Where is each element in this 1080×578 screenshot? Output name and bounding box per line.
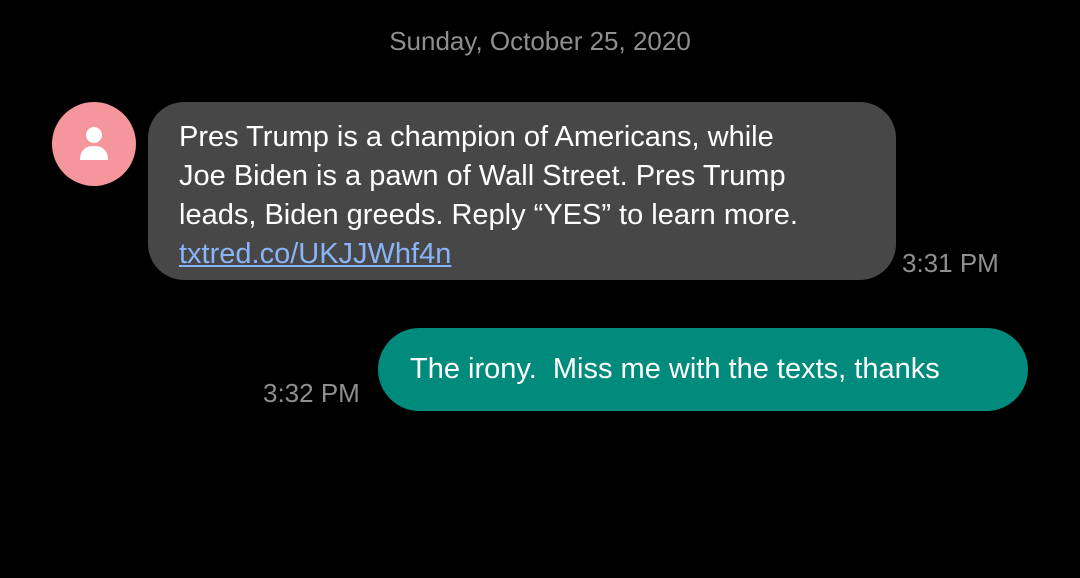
conversation-screen: Sunday, October 25, 2020 Pres Trump is a… bbox=[0, 0, 1080, 578]
incoming-message-bubble[interactable]: Pres Trump is a champion of Americans, w… bbox=[148, 102, 896, 280]
message-link[interactable]: txtred.co/UKJJWhf4n bbox=[179, 235, 866, 274]
outgoing-message-timestamp: 3:32 PM bbox=[263, 378, 360, 408]
message-line: Pres Trump is a champion of Americans, w… bbox=[179, 121, 774, 153]
date-header: Sunday, October 25, 2020 bbox=[389, 26, 691, 56]
message-line: Joe Biden is a pawn of Wall Street. Pres… bbox=[179, 160, 786, 192]
message-line: leads, Biden greeds. Reply “YES” to lear… bbox=[179, 199, 798, 231]
contact-avatar[interactable] bbox=[52, 102, 136, 186]
incoming-message-timestamp: 3:31 PM bbox=[902, 248, 999, 278]
person-icon bbox=[80, 127, 108, 160]
outgoing-message-bubble[interactable]: The irony. Miss me with the texts, thank… bbox=[378, 328, 1028, 411]
